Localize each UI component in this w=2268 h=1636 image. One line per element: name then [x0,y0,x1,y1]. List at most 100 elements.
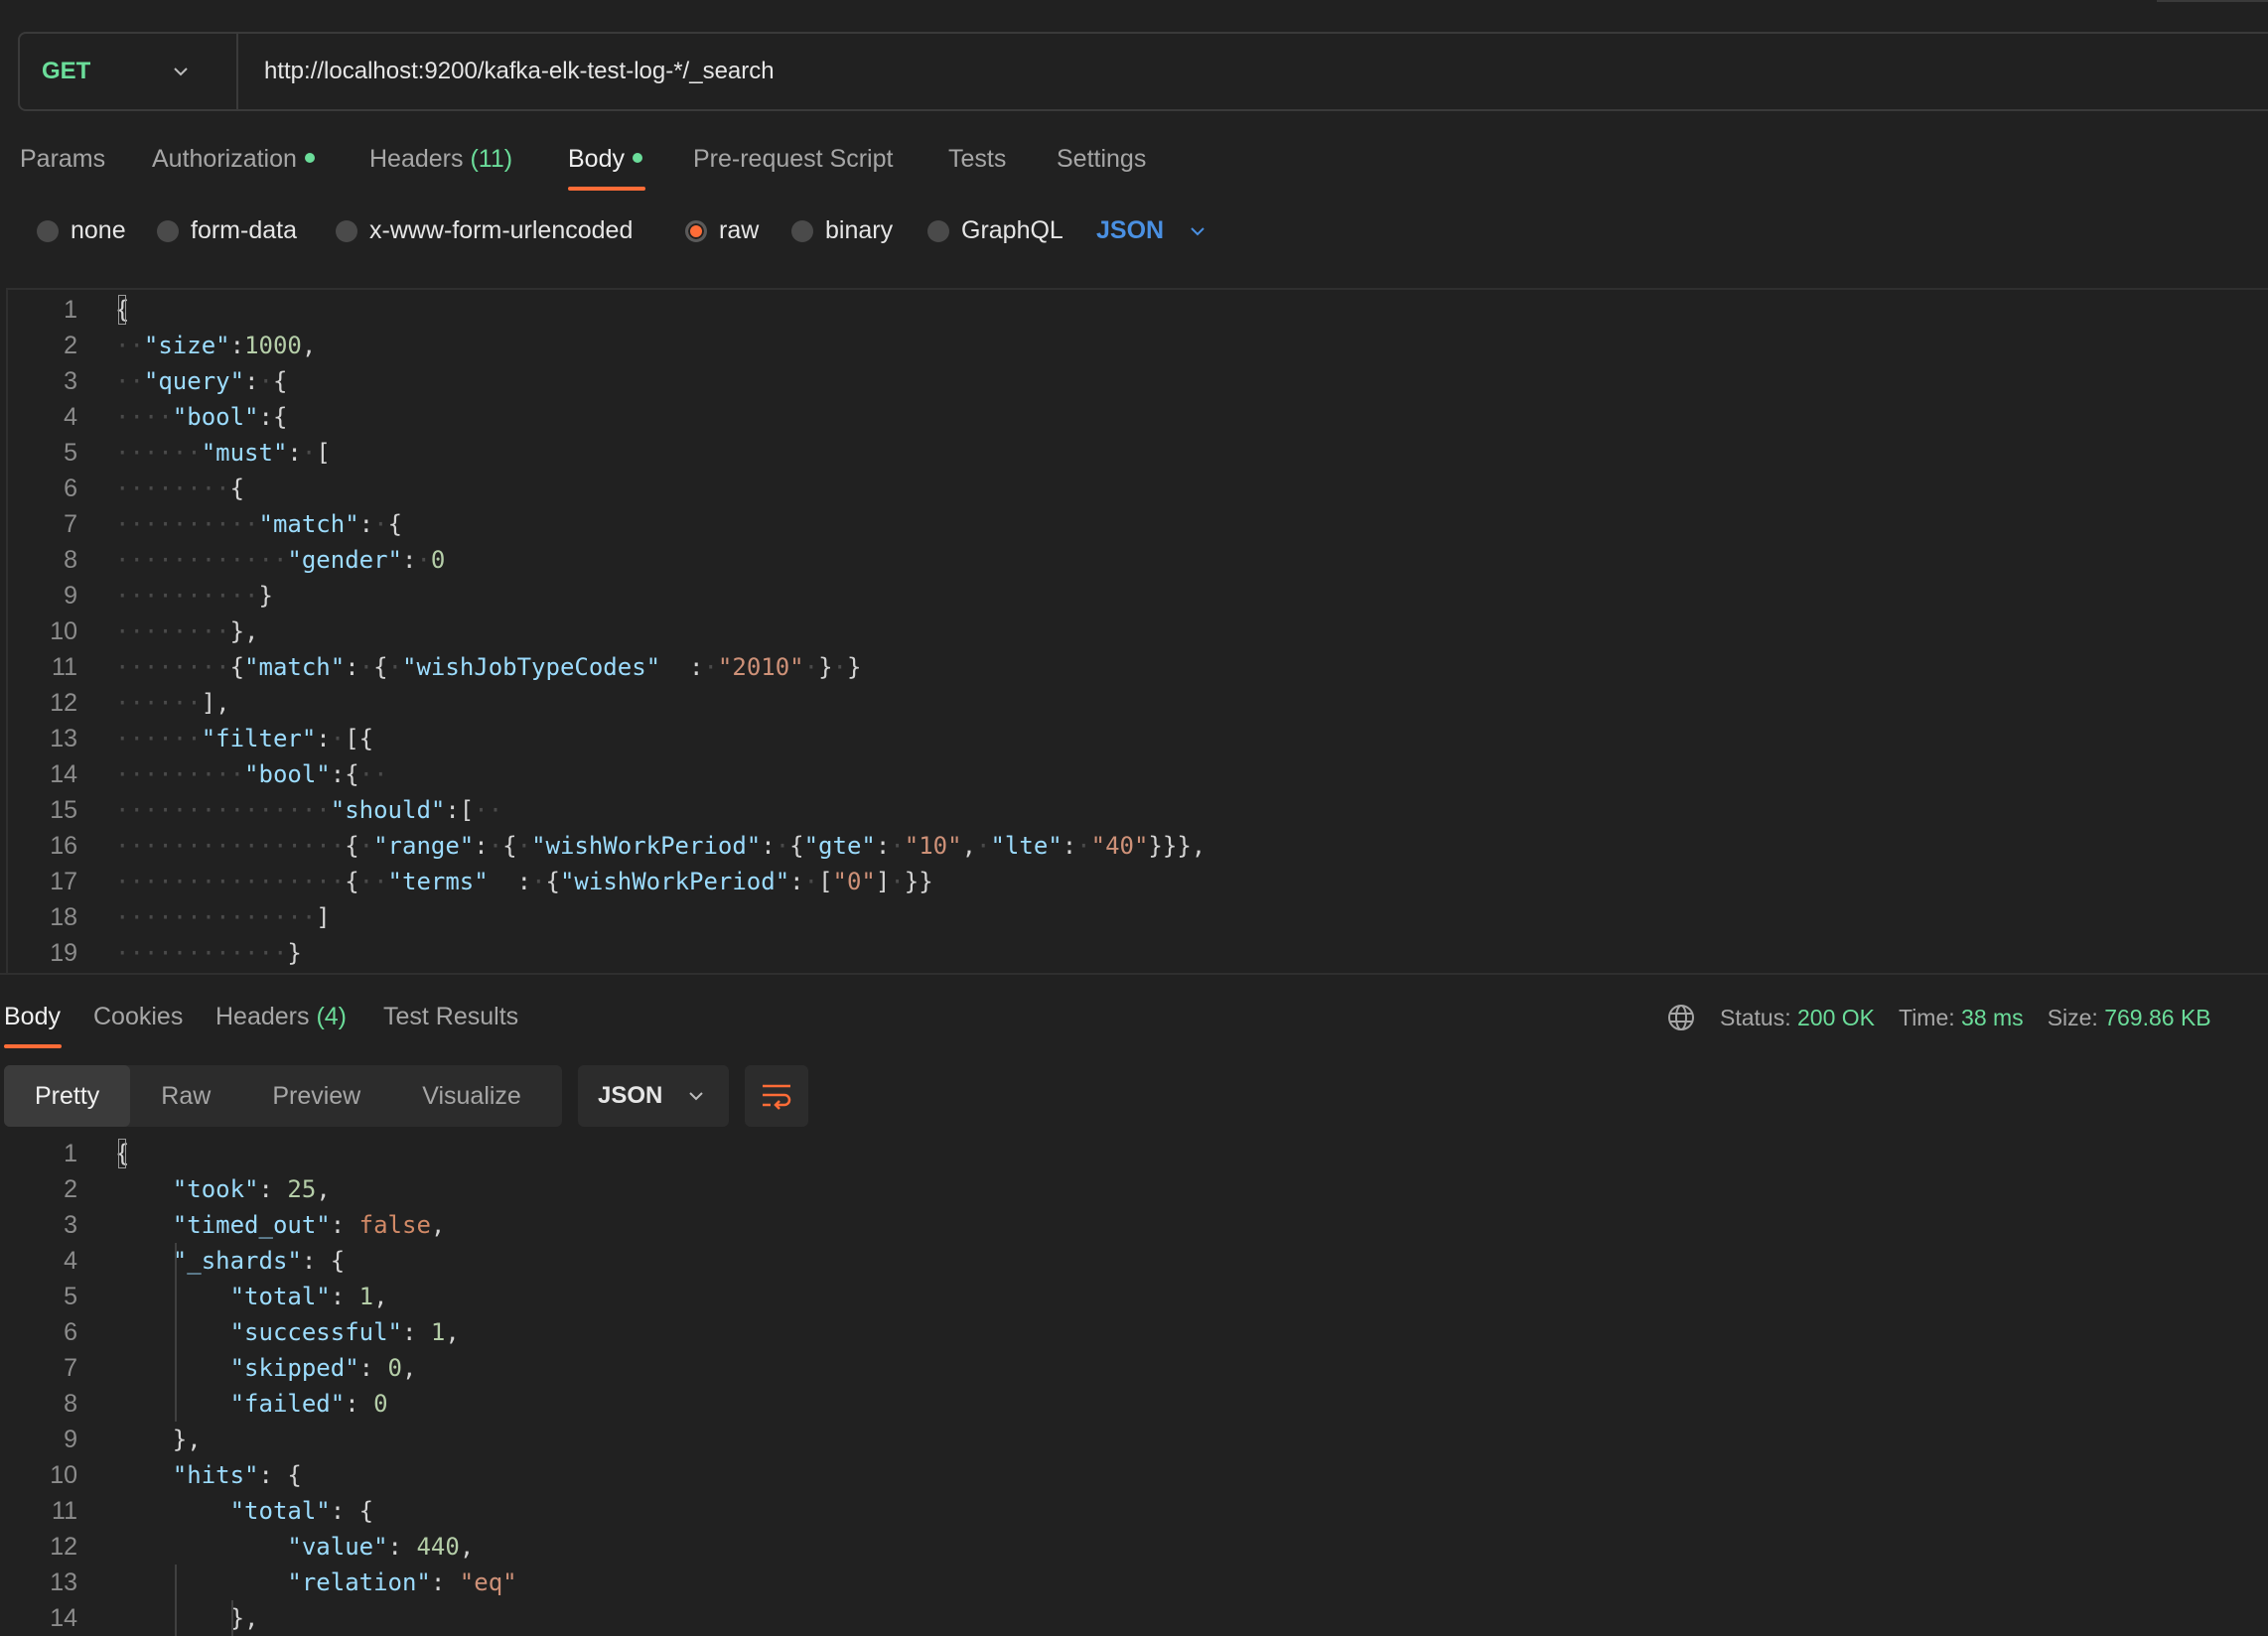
code-line: 1{ [0,292,2268,328]
time-value[interactable]: 38 ms [1961,1005,2024,1031]
radio-label: binary [825,216,894,244]
url-bar: GET http://localhost:9200/kafka-elk-test… [18,32,2268,111]
radio-urlencoded[interactable]: x-www-form-urlencoded [336,216,633,245]
wrap-lines-button[interactable] [745,1065,808,1127]
line-number: 1 [64,1140,77,1167]
response-tab-cookies[interactable]: Cookies [93,1003,183,1031]
method-select[interactable]: GET [20,34,238,109]
code-text: ················{··"terms" :·{"wishWorkP… [115,868,933,895]
code-line: 10 "hits": { [0,1457,2268,1493]
indent-guide [231,1600,233,1636]
tab-settings[interactable]: Settings [1057,145,1146,174]
chevron-down-icon [1191,226,1205,235]
code-text: "_shards": { [172,1247,346,1275]
line-number: 6 [64,1318,77,1346]
code-line: 7 ··········"match":·{ [0,506,2268,542]
indent-guide [175,1565,177,1636]
code-text: "value": 440, [287,1533,475,1561]
line-number: 14 [50,760,77,788]
code-line: 10 ········}, [0,614,2268,649]
tab-params[interactable]: Params [20,145,105,174]
size-value[interactable]: 769.86 KB [2104,1005,2210,1031]
preview-button[interactable]: Preview [241,1065,391,1127]
line-number: 11 [52,653,77,681]
line-number: 4 [64,1247,77,1275]
language-select[interactable]: JSON [1096,216,1207,245]
response-tab-headers-count: (4) [316,1003,348,1030]
radio-label: none [71,216,126,244]
request-body-editor[interactable]: 1{2 ··"size":1000, 3 ··"query":·{ 4 ····"bool… [0,290,2268,971]
status-value[interactable]: 200 OK [1797,1005,1875,1031]
code-text: }, [115,1426,202,1453]
code-text: ················{·"range":·{·"wishWorkPe… [115,832,1206,860]
line-number: 10 [50,617,77,645]
method-label: GET [42,58,91,84]
response-tab-test-results[interactable]: Test Results [383,1003,518,1031]
pane-divider[interactable] [0,973,2268,975]
response-format-label: JSON [598,1082,663,1109]
code-line: 16 ················{·"range":·{·"wishWork… [0,828,2268,864]
radio-none[interactable]: none [37,216,126,245]
wrap-icon [763,1084,791,1110]
radio-form-data[interactable]: form-data [157,216,297,245]
response-tab-headers[interactable]: Headers (4) [215,1003,347,1031]
line-number: 8 [64,546,77,574]
line-number: 1 [64,296,77,324]
view-mode-group: Pretty Raw Preview Visualize [4,1065,562,1127]
code-line: 18 ··············] [0,899,2268,935]
code-text: ··"query":·{ [115,367,288,395]
visualize-button[interactable]: Visualize [391,1065,552,1127]
line-number: 17 [50,868,77,895]
response-body-viewer[interactable]: 1{2 "took": 25, 3 "timed_out": false, 4 "_… [0,1136,2268,1636]
tab-headers[interactable]: Headers (11) [369,145,512,174]
radio-label: x-www-form-urlencoded [369,216,634,244]
code-line: 3 "timed_out": false, [0,1207,2268,1243]
code-line: 5 ······"must":·[ [0,435,2268,471]
code-text: "skipped": 0, [229,1354,417,1382]
tab-body-label: Body [568,145,625,173]
active-tab-indicator [4,1044,62,1048]
code-text: ··········} [115,582,273,610]
code-line: 3 ··"query":·{ [0,363,2268,399]
code-text: "failed": 0 [229,1390,388,1418]
line-number: 9 [64,1426,77,1453]
code-line: 2 ··"size":1000, [0,328,2268,363]
radio-circle [927,219,949,242]
tab-tests[interactable]: Tests [948,145,1006,174]
code-line: 13 ······"filter":·[{ [0,721,2268,756]
response-format-select[interactable]: JSON [578,1065,729,1127]
code-line: 5 "total": 1, [0,1279,2268,1314]
response-tab-body[interactable]: Body [4,1003,61,1031]
radio-label: GraphQL [961,216,1063,244]
line-number: 4 [64,403,77,431]
line-number: 10 [50,1461,77,1489]
status-label: Status: [1720,1004,1791,1030]
radio-raw[interactable]: raw [685,216,759,245]
code-line: 4 "_shards": { [0,1243,2268,1279]
line-number: 12 [50,689,77,717]
line-number: 7 [64,1354,77,1382]
line-number: 8 [64,1390,77,1418]
tab-body[interactable]: Body [568,145,642,174]
code-line: 6 "successful": 1, [0,1314,2268,1350]
code-text: ····"bool":{ [115,403,288,431]
code-line: 15 ···············"should":[·· [0,792,2268,828]
raw-button[interactable]: Raw [130,1065,241,1127]
code-line: 1{ [0,1136,2268,1171]
radio-binary[interactable]: binary [791,216,893,245]
code-text: ·········"bool":{·· [115,760,388,788]
line-number: 16 [50,832,77,860]
tab-pre-request-script[interactable]: Pre-request Script [693,145,893,174]
tab-authorization[interactable]: Authorization [152,145,315,174]
code-line: 9 }, [0,1422,2268,1457]
globe-icon[interactable] [1666,1003,1696,1032]
radio-circle [37,219,59,242]
line-number: 19 [50,939,77,967]
radio-circle-selected [685,219,707,242]
url-input[interactable]: http://localhost:9200/kafka-elk-test-log… [238,58,775,85]
radio-graphql[interactable]: GraphQL [927,216,1063,245]
chevron-down-icon [174,68,188,76]
pretty-button[interactable]: Pretty [4,1065,131,1127]
indent-guide [175,1243,177,1422]
code-line: 11 "total": { [0,1493,2268,1529]
